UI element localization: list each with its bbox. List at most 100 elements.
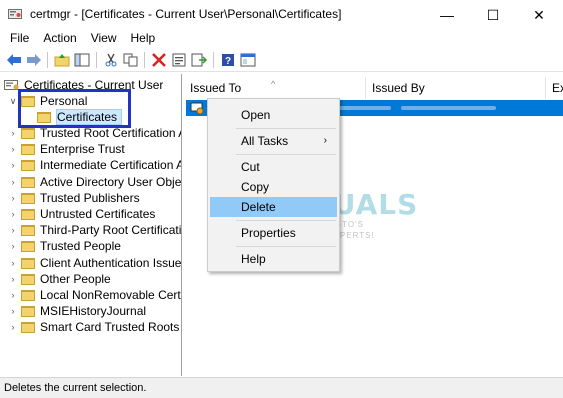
toolbar: ?: [0, 48, 563, 72]
column-issued-by[interactable]: Issued By: [366, 77, 546, 99]
redacted-text: [331, 106, 391, 110]
folder-icon: [21, 257, 35, 269]
column-label: Issued By: [372, 81, 425, 95]
tree-item[interactable]: › Untrusted Certificates: [8, 206, 156, 222]
tree-item-label: Local NonRemovable Certific: [40, 288, 182, 302]
tree-item[interactable]: › Local NonRemovable Certific: [8, 287, 182, 303]
chevron-right-icon[interactable]: ›: [8, 209, 18, 219]
folder-icon: [21, 305, 35, 317]
menu-item-cut[interactable]: Cut: [210, 157, 337, 177]
column-label: Ex: [552, 81, 563, 95]
properties-icon[interactable]: [170, 51, 188, 69]
chevron-right-icon[interactable]: ›: [8, 290, 18, 300]
menu-separator: [236, 220, 336, 221]
chevron-right-icon[interactable]: ›: [8, 241, 18, 251]
show-hide-tree-icon[interactable]: [73, 51, 91, 69]
folder-icon: [21, 273, 35, 285]
menu-file[interactable]: File: [0, 30, 36, 47]
maximize-button[interactable]: ☐: [470, 0, 516, 30]
tree-item[interactable]: › Enterprise Trust: [8, 141, 125, 157]
folder-icon: [21, 127, 35, 139]
folder-icon: [21, 224, 35, 236]
status-text: Deletes the current selection.: [4, 382, 147, 394]
chevron-right-icon[interactable]: ›: [8, 274, 18, 284]
chevron-right-icon[interactable]: ›: [8, 322, 18, 332]
tree-item-label: Client Authentication Issuers: [40, 256, 182, 270]
menu-view[interactable]: View: [84, 30, 124, 47]
help-icon[interactable]: ?: [219, 51, 237, 69]
tree-item-label: Trusted Root Certification Au: [40, 126, 182, 140]
chevron-right-icon[interactable]: ›: [8, 306, 18, 316]
tree-item-label: Smart Card Trusted Roots: [40, 320, 180, 334]
menu-help[interactable]: Help: [124, 30, 163, 47]
sort-ascending-icon: ^: [271, 79, 276, 89]
folder-icon: [21, 176, 35, 188]
tree-item-label: Intermediate Certification Au: [40, 158, 182, 172]
chevron-down-icon[interactable]: ∨: [8, 96, 18, 107]
menu-item-label: All Tasks: [241, 134, 289, 148]
back-icon[interactable]: [5, 51, 23, 69]
tree-item[interactable]: › Trusted Publishers: [8, 190, 140, 206]
menu-item-copy[interactable]: Copy: [210, 177, 337, 197]
tree-item[interactable]: › Smart Card Trusted Roots: [8, 319, 180, 335]
menu-item-help[interactable]: Help: [210, 249, 337, 269]
folder-icon: [21, 289, 35, 301]
tree-item[interactable]: › Other People: [8, 271, 111, 287]
toolbar-separator: [96, 52, 97, 68]
tree-item[interactable]: › MSIEHistoryJournal: [8, 303, 147, 319]
column-expiration[interactable]: Ex: [546, 77, 563, 99]
chevron-right-icon[interactable]: ›: [8, 225, 18, 235]
tree-item[interactable]: › Intermediate Certification Au: [8, 157, 182, 173]
redacted-text: [401, 106, 496, 110]
menu-item-open[interactable]: Open: [210, 105, 337, 125]
tree-item-label: Third-Party Root Certification: [40, 223, 182, 237]
folder-icon: [21, 143, 35, 155]
folder-icon: [21, 159, 35, 171]
copy-icon[interactable]: [122, 51, 140, 69]
tree-item-label: Untrusted Certificates: [40, 207, 156, 221]
chevron-right-icon[interactable]: ›: [8, 258, 18, 268]
chevron-right-icon[interactable]: ›: [8, 128, 18, 138]
cut-icon[interactable]: [102, 51, 120, 69]
tree-item[interactable]: › Third-Party Root Certification: [8, 222, 182, 238]
menu-action[interactable]: Action: [36, 30, 83, 47]
export-list-icon[interactable]: [190, 51, 208, 69]
context-menu: Open All Tasks › Cut Copy Delete Propert…: [207, 98, 340, 272]
tree-item[interactable]: › Client Authentication Issuers: [8, 255, 182, 271]
chevron-right-icon[interactable]: ›: [8, 193, 18, 203]
tree-item-label: Other People: [40, 272, 111, 286]
column-issued-to[interactable]: Issued To ^: [184, 77, 366, 99]
window-title: certmgr - [Certificates - Current User\P…: [30, 7, 342, 21]
menu-separator: [236, 246, 336, 247]
console-icon[interactable]: [239, 51, 257, 69]
menu-item-all-tasks[interactable]: All Tasks ›: [210, 131, 337, 151]
submenu-arrow-icon: ›: [323, 135, 327, 146]
tree-item-label: Trusted Publishers: [40, 191, 140, 205]
tree-item-label: Enterprise Trust: [40, 142, 125, 156]
forward-icon[interactable]: [25, 51, 43, 69]
toolbar-separator: [144, 52, 145, 68]
menu-separator: [236, 128, 336, 129]
tree-item-label: Active Directory User Object: [40, 175, 182, 189]
chevron-right-icon[interactable]: ›: [8, 177, 18, 187]
tree-item[interactable]: › Trusted People: [8, 238, 121, 254]
delete-icon[interactable]: [150, 51, 168, 69]
menu-item-properties[interactable]: Properties: [210, 223, 337, 243]
certificate-icon: [190, 102, 204, 115]
chevron-right-icon[interactable]: ›: [8, 160, 18, 170]
annotation-highlight-box: [18, 89, 131, 128]
folder-icon: [21, 240, 35, 252]
folder-icon: [21, 321, 35, 333]
menu-bar: File Action View Help: [0, 30, 563, 47]
menu-item-delete[interactable]: Delete: [210, 197, 337, 217]
minimize-button[interactable]: —: [424, 0, 470, 30]
tree-item[interactable]: › Active Directory User Object: [8, 174, 182, 190]
svg-text:?: ?: [225, 56, 231, 67]
close-button[interactable]: ✕: [516, 0, 562, 30]
chevron-right-icon[interactable]: ›: [8, 144, 18, 154]
toolbar-separator: [47, 52, 48, 68]
tree-item-label: Trusted People: [40, 239, 121, 253]
up-folder-icon[interactable]: [53, 51, 71, 69]
folder-icon: [21, 192, 35, 204]
title-bar: certmgr - [Certificates - Current User\P…: [0, 0, 563, 30]
